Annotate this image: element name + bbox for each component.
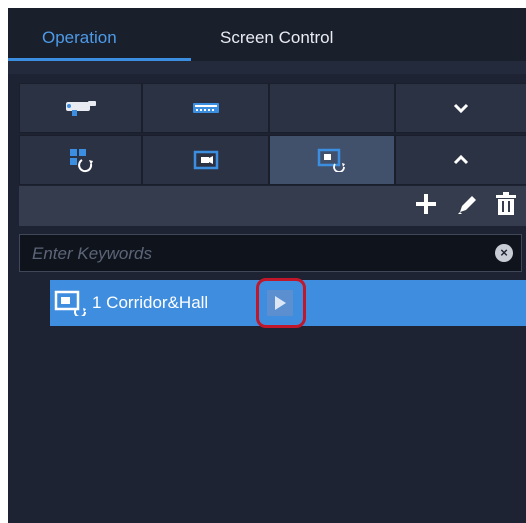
tab-operation[interactable]: Operation xyxy=(42,8,117,61)
play-button-highlight xyxy=(256,278,306,328)
encoder-filter-button[interactable] xyxy=(142,83,269,133)
camera-filter-button[interactable] xyxy=(19,83,142,133)
collapse-toggle-button[interactable] xyxy=(395,83,526,133)
screen-cycle-icon xyxy=(317,148,345,172)
layout-cycle-filter-button[interactable] xyxy=(19,135,142,185)
tab-bar-divider xyxy=(8,61,526,74)
chevron-up-icon xyxy=(453,154,469,165)
screen-cycle-filter-button[interactable] xyxy=(269,135,395,185)
search-input[interactable] xyxy=(20,235,494,273)
screen-cycle-icon xyxy=(54,290,86,316)
single-screen-filter-button[interactable] xyxy=(142,135,269,185)
edit-button[interactable] xyxy=(456,192,480,220)
pencil-icon xyxy=(458,196,476,214)
list-item-label: 1 Corridor&Hall xyxy=(92,293,209,312)
delete-button[interactable] xyxy=(495,192,517,220)
play-button[interactable] xyxy=(267,290,293,316)
add-button[interactable] xyxy=(414,192,438,220)
camera-icon xyxy=(65,101,96,116)
list-toolbar xyxy=(19,186,526,226)
tab-bar: Operation Screen Control xyxy=(8,8,526,61)
device-type-grid xyxy=(19,83,526,186)
close-icon: × xyxy=(500,245,508,260)
trash-icon xyxy=(496,192,516,215)
search-box: × xyxy=(19,234,522,273)
play-icon xyxy=(275,296,286,310)
empty-grid-cell xyxy=(269,83,395,133)
clear-search-button[interactable]: × xyxy=(495,244,513,262)
operation-panel: Operation Screen Control Enter Keywords … xyxy=(8,8,526,523)
plus-icon xyxy=(416,194,436,214)
layout-cycle-icon xyxy=(69,149,93,173)
single-screen-icon xyxy=(193,150,218,170)
chevron-down-icon xyxy=(453,103,469,114)
encoder-device-icon xyxy=(192,103,219,113)
expand-toggle-button[interactable] xyxy=(395,135,526,185)
tab-screen-control[interactable]: Screen Control xyxy=(220,8,333,61)
